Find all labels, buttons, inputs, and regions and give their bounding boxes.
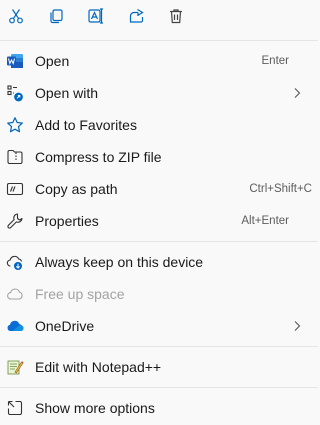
copy-path-icon (6, 180, 24, 198)
menu-item-properties[interactable]: Properties Alt+Enter (0, 205, 318, 237)
menu-item-open[interactable]: Open Enter (0, 45, 318, 77)
menu-item-label: Open (35, 53, 70, 69)
menu-item-onedrive[interactable]: OneDrive (0, 310, 318, 342)
share-icon (127, 7, 145, 30)
rename-icon (87, 7, 105, 30)
menu-item-label: Open with (35, 85, 99, 101)
word-app-icon (6, 52, 24, 70)
rename-button[interactable] (84, 6, 108, 30)
menu-item-label: Properties (35, 213, 99, 229)
cloud-outline-icon (6, 285, 24, 303)
cut-button[interactable] (4, 6, 28, 30)
copy-button[interactable] (44, 6, 68, 30)
menu-item-label: Copy as path (35, 181, 118, 197)
menu-item-free-up-space: Free up space (0, 278, 318, 310)
zip-icon (6, 148, 24, 166)
menu-item-copy-as-path[interactable]: Copy as path Ctrl+Shift+C (0, 173, 318, 205)
menu-item-label: Add to Favorites (35, 117, 137, 133)
context-menu: Open Enter Open with Add to Favorites Co… (0, 0, 318, 425)
shortcut-text: Alt+Enter (241, 215, 289, 227)
notepad-plus-icon (6, 358, 24, 376)
separator (0, 241, 318, 242)
menu-item-label: Edit with Notepad++ (35, 359, 162, 375)
copy-icon (47, 7, 65, 30)
menu-item-label: Free up space (35, 286, 125, 302)
quick-action-bar (0, 0, 318, 36)
menu-item-label: Always keep on this device (35, 254, 204, 270)
shortcut-text: Ctrl+Shift+C (249, 183, 312, 195)
scissors-icon (7, 7, 25, 30)
shortcut-text: Enter (261, 55, 290, 67)
separator (0, 346, 318, 347)
wrench-icon (6, 212, 24, 230)
trash-icon (167, 7, 185, 30)
open-with-icon (6, 84, 24, 102)
menu-item-label: Compress to ZIP file (35, 149, 162, 165)
menu-item-label: OneDrive (35, 318, 95, 334)
show-more-icon (6, 399, 24, 417)
chevron-right-icon (294, 88, 301, 98)
onedrive-icon (6, 317, 24, 335)
menu-item-label: Show more options (35, 400, 155, 416)
separator (0, 40, 318, 41)
menu-item-always-keep[interactable]: Always keep on this device (0, 246, 318, 278)
chevron-right-icon (294, 321, 301, 331)
share-button[interactable] (124, 6, 148, 30)
menu-item-open-with[interactable]: Open with (0, 77, 318, 109)
menu-item-edit-notepad-plus-plus[interactable]: Edit with Notepad++ (0, 351, 318, 383)
cloud-sync-icon (6, 253, 24, 271)
menu-item-show-more-options[interactable]: Show more options (0, 392, 318, 424)
menu-item-add-to-favorites[interactable]: Add to Favorites (0, 109, 318, 141)
separator (0, 387, 318, 388)
menu-item-compress-zip[interactable]: Compress to ZIP file (0, 141, 318, 173)
delete-button[interactable] (164, 6, 188, 30)
star-icon (6, 116, 24, 134)
